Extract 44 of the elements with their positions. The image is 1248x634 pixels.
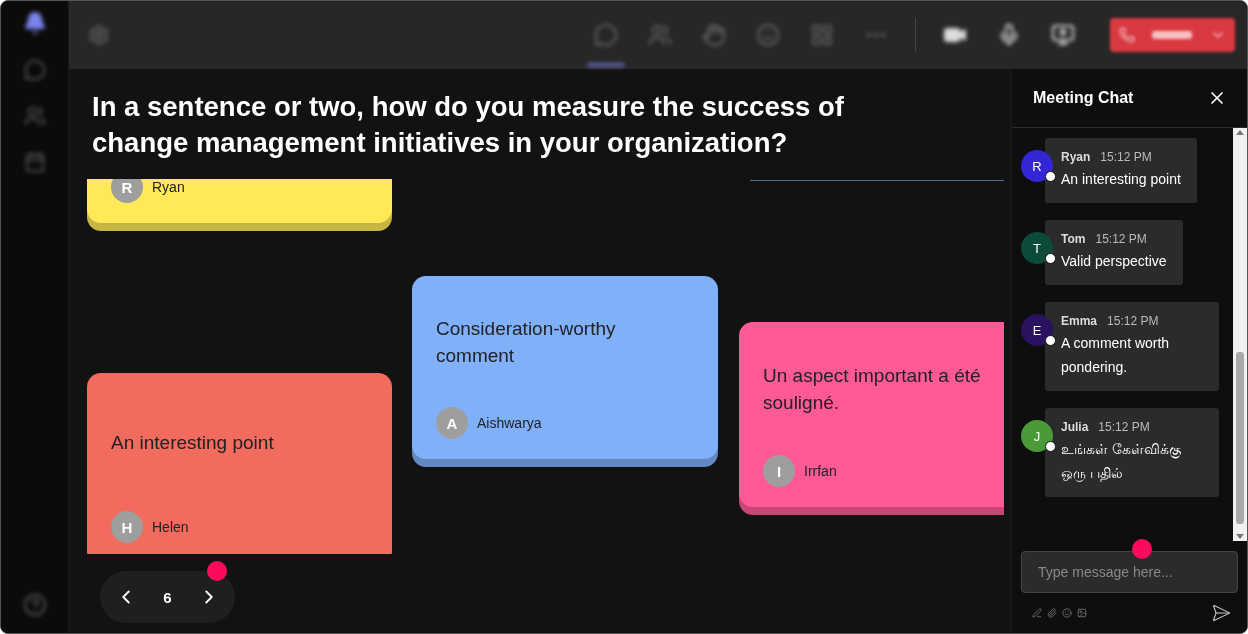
- author-avatar: A: [436, 407, 468, 439]
- leave-button[interactable]: [1110, 18, 1235, 52]
- smile-icon[interactable]: [1062, 608, 1072, 618]
- calendar-icon[interactable]: [23, 151, 46, 173]
- sender-name: Tom: [1061, 232, 1086, 246]
- message-text: A comment worth pondering.: [1061, 334, 1171, 377]
- message-input[interactable]: Type message here...: [1021, 551, 1238, 593]
- sender-avatar: R: [1021, 150, 1053, 182]
- message-text: Valid perspective: [1061, 252, 1167, 271]
- message-time: 15:12 PM: [1100, 150, 1152, 164]
- author-name: Ryan: [152, 179, 185, 195]
- message-text: உங்கள் கேள்விக்கு ஒரு பதில்: [1061, 440, 1182, 484]
- send-button[interactable]: [1211, 603, 1231, 623]
- chat-title: Meeting Chat: [1033, 89, 1134, 107]
- sender-name: Julia: [1061, 420, 1089, 434]
- sender-avatar: J: [1021, 420, 1053, 452]
- note-text: An interesting point: [111, 430, 274, 455]
- message-time: 15:12 PM: [1095, 232, 1147, 246]
- author-avatar: H: [111, 511, 143, 543]
- question-heading: In a sentence or two, how do you measure the success of change management initiatives in your organization?: [92, 90, 845, 160]
- sender-avatar: E: [1021, 314, 1053, 346]
- message-text: An interesting point: [1061, 170, 1181, 189]
- note-text: Consideration-worthy comment: [436, 316, 617, 368]
- author-name: Irrfan: [804, 463, 837, 479]
- note-text: Un aspect important a été souligné.: [763, 363, 982, 415]
- message-time: 15:12 PM: [1107, 314, 1159, 328]
- help-icon[interactable]: [22, 593, 47, 617]
- image-icon[interactable]: [1077, 608, 1087, 618]
- page-number: 6: [163, 588, 172, 606]
- scrollbar[interactable]: [1233, 128, 1247, 541]
- phone-icon: [1118, 27, 1135, 43]
- pen-icon[interactable]: [1032, 608, 1042, 618]
- paperclip-icon[interactable]: [1047, 608, 1057, 618]
- author-name: Helen: [152, 519, 189, 535]
- sender-avatar: T: [1021, 232, 1053, 264]
- message-time: 15:12 PM: [1098, 420, 1150, 434]
- team-icon[interactable]: [23, 105, 46, 127]
- sender-name: Emma: [1061, 314, 1098, 328]
- author-avatar: I: [763, 455, 795, 487]
- author-name: Aishwarya: [477, 415, 542, 431]
- sender-name: Ryan: [1061, 150, 1091, 164]
- chat-icon[interactable]: [23, 59, 46, 81]
- pointer-dot: [207, 561, 227, 581]
- author-avatar: R: [111, 179, 143, 203]
